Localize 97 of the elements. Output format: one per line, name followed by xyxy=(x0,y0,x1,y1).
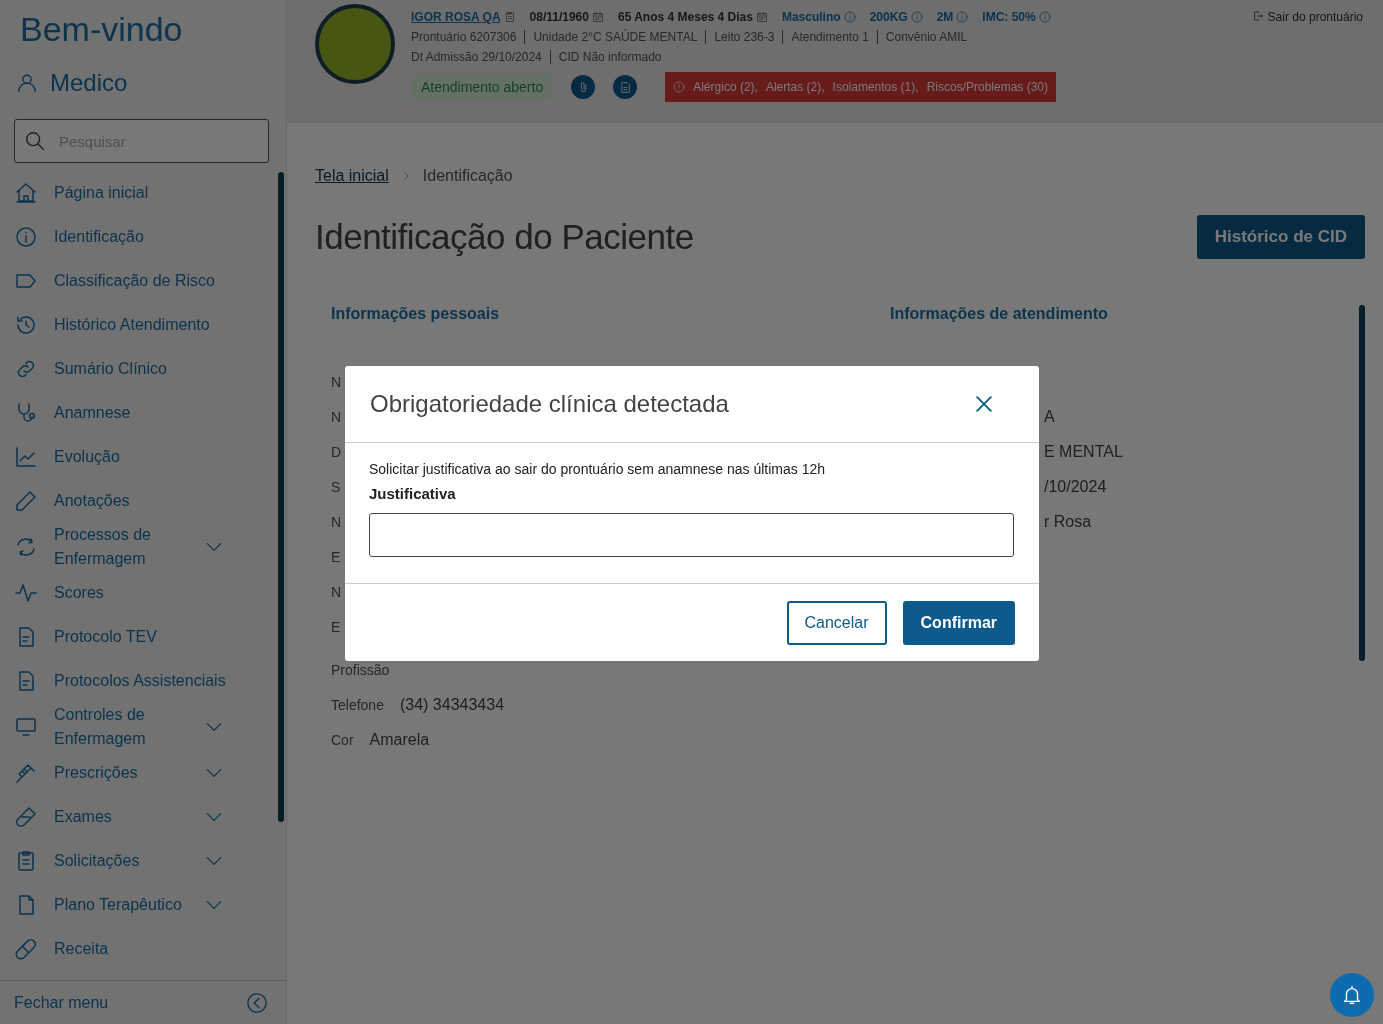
nav-item[interactable]: Sumário Clínico xyxy=(0,347,266,391)
welcome-title: Bem-vindo xyxy=(19,9,184,49)
nav-item[interactable]: Receita xyxy=(0,927,266,971)
alert-count: Riscos/Problemas (30) xyxy=(926,80,1048,94)
page-title: Identificação do Paciente xyxy=(315,217,694,257)
pulse-icon xyxy=(14,581,38,605)
alert-count: Isolamentos (1), xyxy=(832,80,919,94)
alerts-banner[interactable]: Alérgico (2), Alertas (2), Isolamentos (1), Riscos/Problemas (30) xyxy=(665,72,1056,102)
notifications-button[interactable] xyxy=(1330,973,1374,1017)
field-label: N xyxy=(331,373,342,390)
cancel-button[interactable]: Cancelar xyxy=(786,600,887,645)
user-role: Medico xyxy=(50,69,128,97)
nav-item[interactable]: Protocolo TEV xyxy=(0,615,266,659)
cid-history-button[interactable]: Histórico de CID xyxy=(1196,215,1365,259)
close-button[interactable] xyxy=(973,393,995,415)
info-icon xyxy=(843,11,856,23)
nav-item[interactable]: Página inicial xyxy=(0,171,266,215)
section-title: Informações pessoais xyxy=(331,305,501,324)
collapse-icon[interactable] xyxy=(246,991,268,1014)
home-icon xyxy=(14,181,38,205)
alert-count: Alertas (2), xyxy=(765,80,825,94)
info-icon xyxy=(956,11,969,23)
field-value: E MENTAL xyxy=(1044,442,1123,461)
field-label: N xyxy=(331,408,342,425)
patient-fact: Masculino xyxy=(781,10,841,24)
syringe-icon xyxy=(14,761,38,785)
field-label: E xyxy=(331,548,341,565)
justification-field[interactable] xyxy=(369,513,1014,557)
field-label: N xyxy=(331,513,342,530)
pencil-icon xyxy=(14,489,38,513)
field-label: N xyxy=(331,583,342,600)
nav-item[interactable]: Anamnese xyxy=(0,391,266,435)
document-button[interactable] xyxy=(613,75,638,99)
info-icon xyxy=(14,225,38,249)
patient-details: Prontuário 6207306 Unidade 2°C SAÚDE MENTAL Leito 236-3 Atendimento 1 Convênio AMIL xyxy=(411,30,969,44)
field-label: D xyxy=(331,443,342,460)
confirm-button[interactable]: Confirmar xyxy=(902,600,1015,645)
admission-details: Dt Admissão 29/10/2024 CID Não informado xyxy=(411,50,663,64)
info-icon xyxy=(910,11,923,23)
field-label: Justificativa xyxy=(369,485,457,502)
history-icon xyxy=(14,313,38,337)
field-label: Telefone xyxy=(331,696,384,713)
clipboard-icon[interactable] xyxy=(503,11,516,23)
patient-fact: 200KG xyxy=(869,10,908,24)
field-label: Profissão xyxy=(331,661,390,678)
patient-fact: 08/11/1960 xyxy=(529,10,589,24)
field-label: S xyxy=(331,478,341,495)
field-label: E xyxy=(331,618,341,635)
patient-fact: 65 Anos 4 Meses 4 Dias xyxy=(617,10,753,24)
info-icon xyxy=(1038,11,1051,23)
breadcrumb-current: Identificação xyxy=(422,167,513,185)
user-icon xyxy=(16,72,38,94)
bell-icon xyxy=(1341,984,1363,1006)
breadcrumb-link[interactable]: Tela inicial xyxy=(315,167,389,185)
scrollbar[interactable] xyxy=(278,172,284,822)
patient-name-link[interactable]: IGOR ROSA QA xyxy=(411,10,501,24)
sync-icon xyxy=(14,535,38,559)
section-title: Informações de atendimento xyxy=(890,305,1109,324)
nav-item[interactable]: Anotações xyxy=(0,479,266,523)
field-value: Amarela xyxy=(369,730,430,749)
nav-item[interactable]: Protocolos Assistenciais xyxy=(0,659,266,703)
patient-fact: 2M xyxy=(936,10,954,24)
nav-item[interactable]: Prescrições xyxy=(0,751,266,795)
nav-item[interactable]: Processos de Enfermagem xyxy=(0,523,266,571)
nav-item[interactable]: Histórico Atendimento xyxy=(0,303,266,347)
nav-item[interactable]: Exames xyxy=(0,795,266,839)
modal-title: Obrigatoriedade clínica detectada xyxy=(370,390,729,418)
field-value: r Rosa xyxy=(1044,512,1092,531)
nav-item[interactable]: Scores xyxy=(0,571,266,615)
patient-fact: IMC: 50% xyxy=(982,10,1036,24)
status-badge: Atendimento aberto xyxy=(411,74,554,100)
monitor-icon xyxy=(14,715,38,739)
test-tube-icon xyxy=(14,805,38,829)
close-menu-link[interactable]: Fechar menu xyxy=(14,993,109,1012)
attachment-button[interactable] xyxy=(571,75,596,99)
calendar-icon xyxy=(591,11,604,23)
nav-item[interactable]: Evolução xyxy=(0,435,266,479)
field-label: Cor xyxy=(331,731,354,748)
warning-icon xyxy=(673,81,686,93)
modal-message: Solicitar justificativa ao sair do prontuário sem anamnese nas últimas 12h xyxy=(369,461,826,477)
calendar-icon xyxy=(755,11,768,23)
close-icon xyxy=(973,393,995,415)
nav-item[interactable]: Solicitações xyxy=(0,839,266,883)
nav-item[interactable]: Identificação xyxy=(0,215,266,259)
exit-link[interactable]: Sair do prontuário xyxy=(1267,10,1363,24)
line-chart-icon xyxy=(14,445,38,469)
field-value: (34) 34343434 xyxy=(399,695,505,714)
nav-item[interactable]: Controles de Enfermagem xyxy=(0,703,266,751)
scrollbar[interactable] xyxy=(1359,305,1365,661)
nav-item[interactable]: Classificação de Risco xyxy=(0,259,266,303)
nav-item[interactable]: Plano Terapêutico xyxy=(0,883,266,927)
alert-count: Alérgico (2), xyxy=(693,80,758,94)
pill-icon xyxy=(14,937,38,961)
search-icon xyxy=(24,130,46,152)
field-value: A xyxy=(1044,407,1055,426)
exit-icon xyxy=(1251,10,1264,22)
field-value: /10/2024 xyxy=(1044,477,1107,496)
